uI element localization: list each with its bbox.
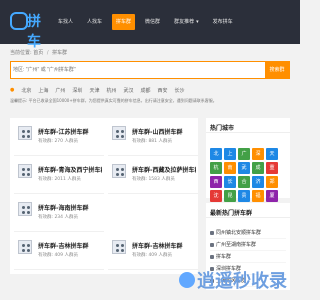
group-card[interactable]: 拼车群-吉林拼车群有效群: 409 人群员	[14, 234, 104, 270]
quick-city-link[interactable]: 长沙	[175, 87, 185, 94]
quick-city-link[interactable]: 广州	[55, 87, 65, 94]
group-card[interactable]: 拼车群-海南拼车群有效群: 234 人群员	[14, 196, 104, 232]
qr-code-icon	[18, 202, 32, 216]
chevron-down-icon: ▾	[196, 19, 199, 25]
group-title[interactable]: 拼车群-江苏拼车群	[38, 127, 102, 136]
quick-city-link[interactable]: 深圳	[72, 87, 82, 94]
hot-city-link[interactable]: 上	[224, 148, 236, 160]
group-thumbnail-icon	[210, 230, 214, 235]
hot-city-link[interactable]: 广	[238, 148, 250, 160]
quick-city-link[interactable]: 西安	[158, 87, 168, 94]
notice-text: 温馨提示: 平台已收录全国10000+拼车群，为您提供真实可靠的拼车信息，出行请…	[10, 98, 217, 103]
qr-code-icon	[112, 164, 126, 178]
quick-city-link[interactable]: 北京	[21, 87, 31, 94]
latest-group-label: 拼车群	[216, 254, 232, 260]
nav-item-label: 群友推荐	[174, 19, 195, 25]
quick-city-link[interactable]: 杭州	[106, 87, 116, 94]
quick-city-link[interactable]: 武汉	[123, 87, 133, 94]
hot-city-link[interactable]: 贵	[238, 190, 250, 202]
group-list: 拼车群-江苏拼车群 有效群: 270 人群员 拼车群-山西拼车群 有效群: 881 人…	[10, 118, 198, 274]
hot-city-link[interactable]: 北	[210, 148, 222, 160]
group-title[interactable]: 拼车群-西藏及拉萨拼车群	[132, 165, 196, 174]
group-card[interactable]: 拼车群-山西拼车群有效群: 881 人群员	[108, 120, 198, 156]
hot-city-link[interactable]: 福	[252, 190, 264, 202]
qr-code-icon	[112, 240, 126, 254]
quick-city-list: ● 北京 上海 广州 深圳 天津 杭州 武汉 成都 西安 长沙	[10, 84, 290, 96]
hot-cities-box: 热门城市 北上广深天杭南武成重西长合济郑沈昆贵福厦南海宁苏青	[206, 118, 290, 216]
quick-city-link[interactable]: 上海	[38, 87, 48, 94]
logo-text: 拼车	[27, 14, 41, 50]
watermark: 逍遥秒收录	[179, 262, 299, 297]
hot-city-link[interactable]: 南	[224, 162, 236, 174]
logo[interactable]: 拼车	[10, 12, 44, 50]
hot-cities-title: 热门城市	[210, 125, 235, 132]
nav-item-wechat-groups[interactable]: 微信群	[141, 14, 164, 30]
hot-city-link[interactable]: 重	[266, 162, 278, 174]
hot-city-link[interactable]: 成	[252, 162, 264, 174]
group-title[interactable]: 拼车群-吉林拼车群	[38, 241, 102, 250]
search-input[interactable]	[13, 64, 259, 76]
header: 拼车 车找人 人找车 拼车群 微信群 群友推荐 ▾ 发布拼车	[0, 0, 300, 50]
hot-city-link[interactable]: 杭	[210, 162, 222, 174]
search-bar: 搜索群	[10, 61, 290, 79]
group-card[interactable]: 拼车群-江苏拼车群有效群: 270 人群员	[14, 120, 104, 156]
nav-item-carpool-groups[interactable]: 拼车群	[112, 14, 136, 30]
watermark-logo-icon	[179, 272, 195, 288]
group-meta: 有效群: 2011 人群员	[38, 177, 81, 182]
hot-city-link[interactable]: 长	[224, 176, 236, 188]
hot-city-link[interactable]: 合	[238, 176, 250, 188]
nav-item-recommendations[interactable]: 群友推荐 ▾	[170, 14, 203, 30]
group-meta: 有效群: 881 人群员	[132, 139, 172, 144]
group-card[interactable]: 拼车群-西藏及拉萨拼车群有效群: 1583 人群员	[108, 158, 198, 194]
group-title[interactable]: 拼车群-吉林拼车群	[132, 241, 196, 250]
logo-icon	[10, 12, 28, 30]
hot-city-link[interactable]: 深	[252, 148, 264, 160]
nav-item-ride-seeking-passengers[interactable]: 车找人	[54, 14, 77, 30]
group-meta: 有效群: 270 人群员	[38, 139, 78, 144]
divider	[206, 217, 290, 218]
group-meta: 有效群: 409 人群员	[132, 253, 172, 258]
group-meta: 有效群: 1583 人群员	[132, 177, 175, 182]
group-meta: 有效群: 234 人群员	[38, 215, 78, 220]
qr-code-icon	[18, 240, 32, 254]
breadcrumb-home[interactable]: 首页	[33, 50, 43, 56]
latest-group-label: 广州至湖南拼车群	[216, 242, 257, 248]
watermark-text: 逍遥秒收录	[197, 271, 287, 292]
latest-group-label: 同州镇北安顺拼车群	[216, 230, 262, 236]
hot-city-link[interactable]: 昆	[224, 190, 236, 202]
quick-city-link[interactable]: 天津	[89, 87, 99, 94]
hot-city-link[interactable]: 天	[266, 148, 278, 160]
divider	[206, 132, 290, 133]
latest-group-item[interactable]: 广州至湖南拼车群	[210, 239, 286, 251]
hot-city-link[interactable]: 武	[238, 162, 250, 174]
group-meta: 有效群: 409 人群员	[38, 253, 78, 258]
qr-code-icon	[18, 126, 32, 140]
group-title[interactable]: 拼车群-海南拼车群	[38, 203, 102, 212]
group-title[interactable]: 拼车群-山西拼车群	[132, 127, 196, 136]
hot-city-link[interactable]: 沈	[210, 190, 222, 202]
location-icon: ●	[10, 87, 15, 93]
nav-item-publish[interactable]: 发布拼车	[209, 14, 237, 30]
breadcrumb-current: 拼车群	[52, 50, 68, 56]
latest-group-item[interactable]: 同州镇北安顺拼车群	[210, 227, 286, 239]
hot-city-link[interactable]: 厦	[266, 190, 278, 202]
main-nav: 车找人 人找车 拼车群 微信群 群友推荐 ▾ 发布拼车	[54, 14, 237, 30]
hot-city-link[interactable]: 郑	[266, 176, 278, 188]
qr-code-icon	[112, 126, 126, 140]
group-thumbnail-icon	[210, 254, 214, 259]
breadcrumb: 当前位置: 首页 / 拼车群	[10, 49, 67, 56]
nav-item-passengers-seeking-ride[interactable]: 人找车	[83, 14, 106, 30]
group-title[interactable]: 拼车群-青海及西宁拼车群	[38, 165, 102, 174]
group-thumbnail-icon	[210, 242, 214, 247]
breadcrumb-prefix: 当前位置:	[10, 50, 32, 56]
latest-groups-title: 最新热门拼车群	[210, 210, 253, 217]
hot-city-link[interactable]: 济	[252, 176, 264, 188]
group-card[interactable]: 拼车群-青海及西宁拼车群有效群: 2011 人群员	[14, 158, 104, 194]
hot-city-link[interactable]: 西	[210, 176, 222, 188]
qr-code-icon	[18, 164, 32, 178]
breadcrumb-separator: /	[46, 50, 49, 56]
quick-city-link[interactable]: 成都	[140, 87, 150, 94]
search-button[interactable]: 搜索群	[265, 61, 289, 79]
